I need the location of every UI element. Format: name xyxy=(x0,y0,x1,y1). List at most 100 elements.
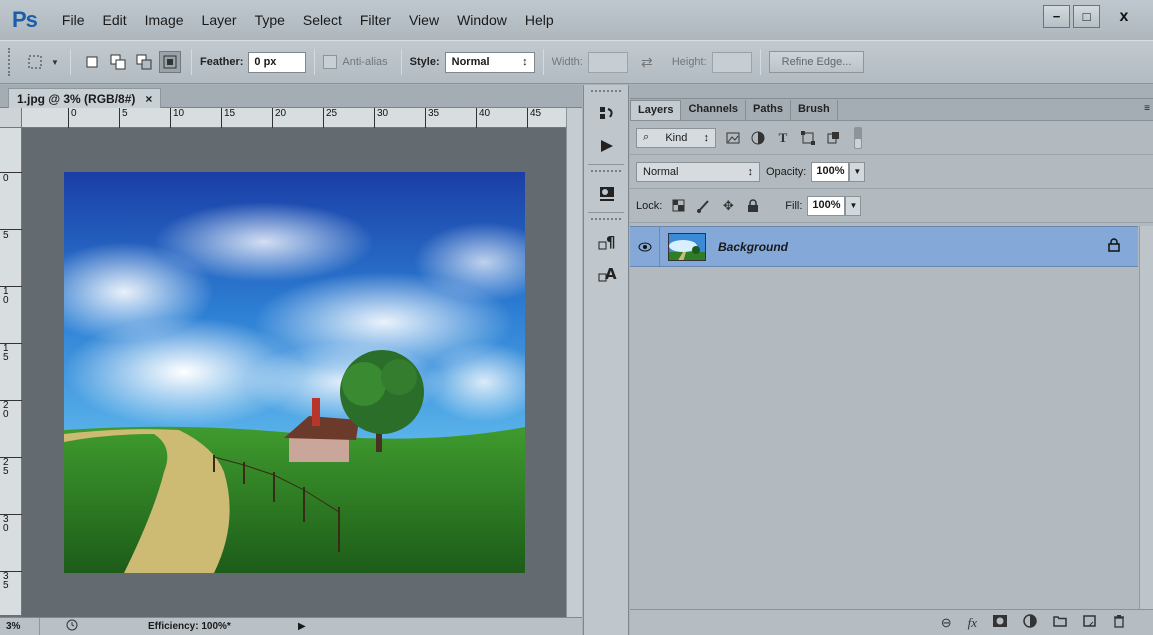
ruler-tick: 0 xyxy=(68,108,77,128)
menu-type[interactable]: Type xyxy=(246,12,294,28)
antialias-label: Anti-alias xyxy=(342,56,388,68)
menu-view[interactable]: View xyxy=(400,12,448,28)
options-separator xyxy=(70,49,71,75)
swap-dimensions-icon[interactable]: ⇄ xyxy=(636,51,658,73)
properties-icon[interactable] xyxy=(584,178,630,210)
menu-layer[interactable]: Layer xyxy=(193,12,246,28)
refine-edge-button[interactable]: Refine Edge... xyxy=(768,51,865,73)
height-label: Height: xyxy=(671,56,707,68)
horizontal-ruler[interactable]: 0 5 10 15 20 25 30 35 40 45 xyxy=(22,108,577,128)
status-info-icon[interactable] xyxy=(66,619,78,634)
document-tab[interactable]: 1.jpg @ 3% (RGB/8#) × xyxy=(8,88,162,108)
updown-arrow-icon: ↕ xyxy=(703,131,709,144)
menu-select[interactable]: Select xyxy=(294,12,351,28)
vertical-ruler[interactable]: 0 5 1 0 1 5 2 0 2 5 3 0 3 5 xyxy=(0,128,22,615)
fill-input[interactable]: 100% xyxy=(807,195,846,216)
feather-input[interactable]: 0 px xyxy=(248,51,307,73)
layers-footer: ⊖ fx xyxy=(630,609,1153,635)
layer-name: Background xyxy=(718,239,789,254)
minimize-button[interactable]: − xyxy=(1043,5,1070,28)
options-separator xyxy=(314,49,316,75)
dock-grip[interactable] xyxy=(591,170,621,173)
style-select[interactable]: Normal ↕ xyxy=(444,51,535,73)
tab-brush[interactable]: Brush xyxy=(791,100,838,120)
status-bar: 3% Efficiency: 100%* ▶ xyxy=(0,617,582,635)
panel-menu-icon[interactable]: ≡ xyxy=(1144,103,1150,114)
kind-filter-select[interactable]: ⌕ Kind ↕ xyxy=(636,127,716,148)
new-group-folder-icon[interactable] xyxy=(1053,615,1067,630)
new-layer-icon[interactable] xyxy=(1083,614,1097,631)
layers-panel: Layers Channels Paths Brush ≡ ⌕ Kind ↕ T… xyxy=(630,99,1153,635)
menu-bar: Ps File Edit Image Layer Type Select Fil… xyxy=(0,0,1153,40)
layer-row-background[interactable]: Background xyxy=(630,226,1138,267)
paragraph-styles-icon[interactable]: ¶ xyxy=(584,226,630,258)
adjustment-layer-icon[interactable] xyxy=(1023,614,1037,631)
tab-paths[interactable]: Paths xyxy=(746,100,791,120)
ruler-tick: 5 xyxy=(119,108,128,128)
options-separator xyxy=(400,49,402,75)
add-to-selection-icon[interactable] xyxy=(107,51,129,73)
layers-scrollbar[interactable] xyxy=(1139,226,1153,609)
tab-layers[interactable]: Layers xyxy=(630,100,682,120)
history-icon[interactable] xyxy=(584,98,630,130)
panel-collapse-bar[interactable] xyxy=(630,85,1153,99)
link-layers-icon[interactable]: ⊖ xyxy=(941,615,952,631)
shape-layer-filter-icon[interactable] xyxy=(800,130,816,146)
character-styles-icon[interactable]: A xyxy=(584,258,630,290)
options-grip[interactable] xyxy=(8,48,12,76)
lock-image-pixels-icon[interactable] xyxy=(695,198,711,214)
opacity-slider-toggle[interactable]: ▼ xyxy=(849,161,866,182)
ruler-tick: 3 0 xyxy=(0,514,22,534)
zoom-level[interactable]: 3% xyxy=(0,618,40,635)
menu-filter[interactable]: Filter xyxy=(351,12,400,28)
lock-row: Lock: ✥ Fill: 100% ▼ xyxy=(630,189,1153,223)
window-controls: − □ x xyxy=(1043,5,1145,28)
feather-label: Feather: xyxy=(200,56,244,68)
layer-style-fx-icon[interactable]: fx xyxy=(968,615,977,631)
dock-grip[interactable] xyxy=(591,90,621,93)
intersect-selection-icon[interactable] xyxy=(159,51,181,73)
filter-toggle-icon[interactable] xyxy=(850,126,866,149)
visibility-eye-icon[interactable] xyxy=(630,227,660,266)
type-layer-filter-icon[interactable]: T xyxy=(775,130,791,146)
menu-image[interactable]: Image xyxy=(136,12,193,28)
document-canvas[interactable] xyxy=(64,172,525,573)
actions-play-icon[interactable] xyxy=(584,130,630,162)
add-mask-icon[interactable] xyxy=(993,615,1007,630)
antialias-checkbox[interactable] xyxy=(323,55,338,69)
blend-mode-value: Normal xyxy=(643,165,679,178)
layer-filter-row: ⌕ Kind ↕ T xyxy=(630,121,1153,155)
pixel-layer-filter-icon[interactable] xyxy=(725,130,741,146)
close-button[interactable]: x xyxy=(1103,5,1145,28)
ruler-origin[interactable] xyxy=(0,108,22,128)
close-tab-icon[interactable]: × xyxy=(145,92,152,106)
subtract-from-selection-icon[interactable] xyxy=(133,51,155,73)
ruler-tick: 30 xyxy=(374,108,388,128)
new-selection-icon[interactable] xyxy=(81,51,103,73)
ruler-tick: 35 xyxy=(425,108,439,128)
ruler-tick: 20 xyxy=(272,108,286,128)
maximize-button[interactable]: □ xyxy=(1073,5,1100,28)
status-menu-arrow[interactable]: ▶ xyxy=(298,621,306,632)
dock-grip[interactable] xyxy=(591,218,621,221)
adjustment-layer-filter-icon[interactable] xyxy=(750,130,766,146)
delete-layer-trash-icon[interactable] xyxy=(1113,614,1125,631)
lock-position-icon[interactable]: ✥ xyxy=(720,198,736,214)
lock-all-icon[interactable] xyxy=(745,198,761,214)
opacity-input[interactable]: 100% xyxy=(811,161,850,182)
blend-mode-select[interactable]: Normal ↕ xyxy=(636,161,760,182)
menu-file[interactable]: File xyxy=(53,12,94,28)
menu-help[interactable]: Help xyxy=(516,12,563,28)
tool-preset-dropdown-icon[interactable]: ▼ xyxy=(50,51,60,73)
lock-transparent-pixels-icon[interactable] xyxy=(670,198,686,214)
tab-channels[interactable]: Channels xyxy=(681,100,746,120)
menu-edit[interactable]: Edit xyxy=(93,12,135,28)
document-scrollbar[interactable] xyxy=(566,108,582,617)
menu-window[interactable]: Window xyxy=(448,12,516,28)
layer-lock-icon xyxy=(1108,238,1120,255)
fill-slider-toggle[interactable]: ▼ xyxy=(845,195,862,216)
marquee-tool-icon[interactable] xyxy=(24,51,46,73)
smart-object-filter-icon[interactable] xyxy=(825,130,841,146)
width-input[interactable] xyxy=(587,51,628,73)
height-input[interactable] xyxy=(711,51,752,73)
